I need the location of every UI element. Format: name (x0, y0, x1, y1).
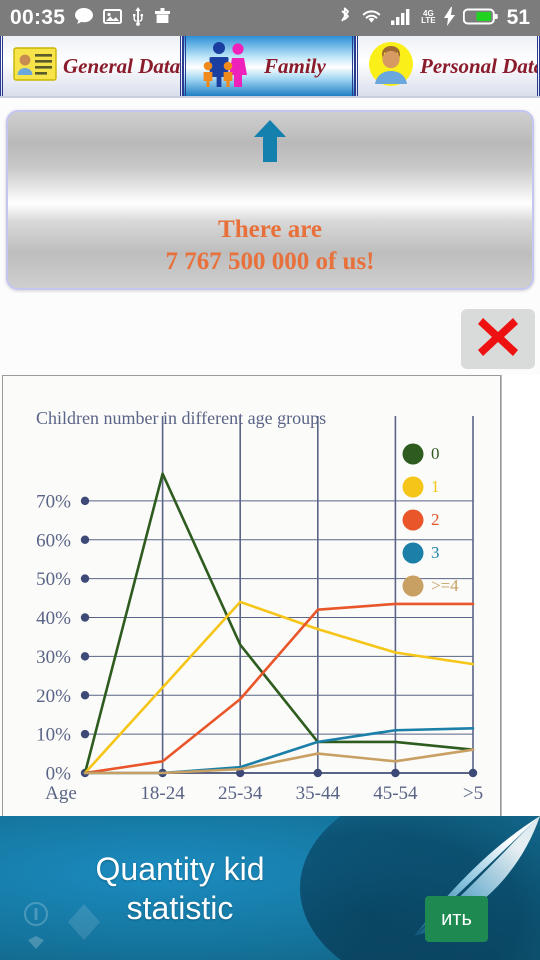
install-button-label: ить (441, 907, 472, 930)
svg-text:0: 0 (431, 444, 440, 463)
status-bar: 00:35 4G LTE 51 (0, 0, 540, 36)
svg-text:35-44: 35-44 (296, 783, 341, 804)
tab-family[interactable]: Family (183, 36, 355, 96)
tab-general-data-label: General Data (63, 53, 181, 78)
lte-icon: 4G LTE (421, 10, 436, 25)
tab-bar: General Data Family Personal Data (0, 36, 540, 98)
image-icon (103, 8, 123, 29)
svg-text:2: 2 (431, 510, 440, 529)
family-icon (196, 41, 258, 92)
bluetooth-icon (338, 6, 352, 30)
svg-text:50%: 50% (36, 569, 71, 590)
status-bar-left: 00:35 (10, 6, 171, 30)
svg-text:1: 1 (431, 477, 440, 496)
cellular-signal-icon (391, 8, 413, 29)
population-info-panel: There are 7 767 500 000 of us! (6, 110, 534, 290)
battery-icon (462, 7, 499, 30)
svg-text:70%: 70% (36, 491, 71, 512)
population-line-2: 7 767 500 000 of us! (165, 248, 375, 275)
svg-text:40%: 40% (36, 608, 71, 629)
svg-text:>5: >5 (463, 783, 483, 804)
population-text: There are 7 767 500 000 of us! (8, 214, 532, 278)
svg-text:20%: 20% (36, 686, 71, 707)
svg-text:60%: 60% (36, 530, 71, 551)
up-arrow-icon[interactable] (253, 120, 287, 167)
install-button[interactable]: ить (425, 896, 488, 942)
svg-text:25-34: 25-34 (218, 783, 263, 804)
message-bubble-icon (74, 7, 94, 29)
ad-line-2: statistic (126, 890, 234, 927)
tab-personal-data[interactable]: Personal Data (355, 36, 540, 96)
close-button[interactable] (461, 309, 535, 369)
tab-general-data[interactable]: General Data (0, 36, 183, 96)
svg-text:>=4: >=4 (431, 576, 459, 595)
svg-text:Age: Age (45, 783, 77, 804)
svg-text:0%: 0% (46, 764, 72, 785)
svg-text:18-24: 18-24 (140, 783, 185, 804)
population-line-1: There are (218, 216, 322, 243)
status-bar-right: 4G LTE 51 (338, 6, 530, 30)
person-avatar-icon (368, 41, 414, 92)
svg-text:10%: 10% (36, 725, 71, 746)
charging-bolt-icon (443, 6, 455, 30)
usb-icon (131, 6, 145, 30)
svg-text:30%: 30% (36, 647, 71, 668)
wifi-icon (360, 7, 383, 29)
tab-personal-data-label: Personal Data (420, 53, 540, 78)
id-card-icon (13, 46, 57, 86)
screenshot-icon (154, 7, 171, 29)
svg-text:45-54: 45-54 (373, 783, 418, 804)
svg-text:3: 3 (431, 543, 440, 562)
tab-family-label: Family (264, 53, 326, 78)
battery-percentage: 51 (506, 6, 530, 29)
lte-bottom-label: LTE (421, 16, 436, 25)
clock: 00:35 (10, 6, 66, 29)
ad-text: Quantity kid statistic (0, 850, 360, 928)
app-screen: 00:35 4G LTE 51 General Data Family Pers… (0, 0, 540, 960)
ad-line-1: Quantity kid (95, 851, 265, 887)
red-x-icon (475, 315, 521, 364)
